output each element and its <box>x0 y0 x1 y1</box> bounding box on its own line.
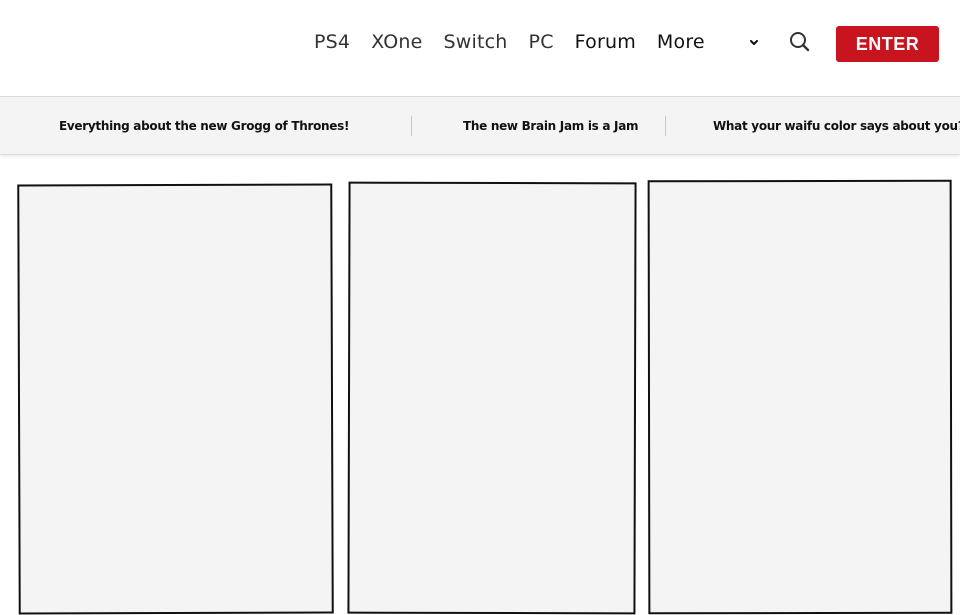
nav-item-pc[interactable]: PC <box>529 31 554 53</box>
nav-item-forum[interactable]: Forum <box>575 31 636 53</box>
chevron-down-icon[interactable] <box>747 35 761 51</box>
headlines-bar: Everything about the new Grogg of Throne… <box>0 96 960 155</box>
nav-item-switch[interactable]: Switch <box>444 31 508 53</box>
nav-item-more[interactable]: More <box>657 31 705 53</box>
article-card[interactable] <box>17 183 334 615</box>
enter-button[interactable]: ENTER <box>836 26 939 62</box>
article-card[interactable] <box>647 179 953 615</box>
search-icon[interactable] <box>786 28 814 56</box>
nav-item-ps4[interactable]: PS4 <box>314 31 350 53</box>
headline-divider <box>411 116 412 136</box>
headline-link[interactable]: Everything about the new Grogg of Throne… <box>59 97 349 154</box>
headline-divider <box>665 116 666 136</box>
nav-item-xone[interactable]: XOne <box>371 31 422 53</box>
article-card[interactable] <box>347 181 637 615</box>
site-header: PS4 XOne Switch PC Forum More ENTER <box>0 0 960 96</box>
main-nav: PS4 XOne Switch PC Forum More <box>314 28 705 56</box>
headline-link[interactable]: What your waifu color says about you? <box>713 97 960 154</box>
headline-link[interactable]: The new Brain Jam is a Jam <box>463 97 639 154</box>
